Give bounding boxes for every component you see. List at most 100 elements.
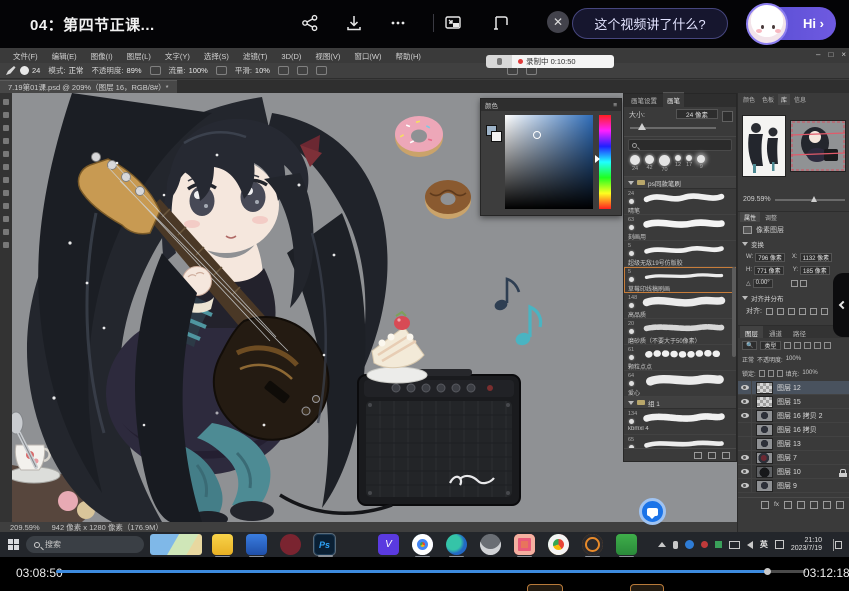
visibility-toggle[interactable]: [738, 381, 752, 395]
background-swatch[interactable]: [491, 131, 502, 142]
blend-mode-dropdown[interactable]: 正常: [742, 355, 754, 364]
app-orange-icon[interactable]: [582, 534, 603, 555]
y-field[interactable]: 185 像素: [800, 266, 830, 275]
tray-expand-icon[interactable]: [658, 542, 666, 547]
brush-item[interactable]: 24 晴笔: [624, 189, 736, 215]
tool-icon[interactable]: [3, 203, 9, 209]
display-tray-icon[interactable]: [729, 541, 740, 549]
lock-pixels-icon[interactable]: [768, 370, 774, 377]
hue-marker[interactable]: [595, 155, 600, 163]
menu-3d[interactable]: 3D(D): [274, 52, 308, 61]
app-red-icon[interactable]: [280, 534, 301, 555]
visibility-toggle[interactable]: [738, 395, 752, 409]
brush-group-header[interactable]: 组 1: [624, 397, 736, 409]
lock-position-icon[interactable]: [777, 370, 783, 377]
brush-tool-icon[interactable]: [4, 65, 16, 77]
tool-icon[interactable]: [3, 229, 9, 235]
brush-item[interactable]: 5 超级无敌19号仿版胶: [624, 241, 736, 267]
filter-smart-icon[interactable]: [824, 342, 831, 349]
ps-tools-strip[interactable]: [0, 93, 12, 522]
brush-item[interactable]: 61 颗粒点点: [624, 345, 736, 371]
document-tab[interactable]: 7.19第01课.psd @ 209%（图层 16，RGB/8#）*: [0, 80, 177, 93]
menu-type[interactable]: 文字(Y): [158, 51, 197, 62]
tool-icon[interactable]: [3, 164, 9, 170]
seek-bar[interactable]: [56, 570, 806, 573]
share-button[interactable]: [297, 10, 323, 36]
brush-item[interactable]: 20 磨砂质（不要大于50像素）: [624, 319, 736, 345]
filter-adjust-icon[interactable]: [794, 342, 801, 349]
smooth-value[interactable]: 10%: [255, 66, 270, 75]
visibility-toggle[interactable]: [738, 451, 752, 465]
filter-shape-icon[interactable]: [814, 342, 821, 349]
tool-icon[interactable]: [3, 216, 9, 222]
size-slider-thumb[interactable]: [638, 123, 646, 130]
menu-help[interactable]: 帮助(H): [389, 51, 428, 62]
x-field[interactable]: 1132 像素: [800, 253, 833, 262]
tool-icon[interactable]: [3, 112, 9, 118]
app-tray-green-icon[interactable]: [715, 541, 722, 548]
mode-value[interactable]: 正常: [68, 65, 83, 76]
file-explorer-icon[interactable]: [212, 534, 233, 555]
align-right-icon[interactable]: [788, 308, 795, 315]
minimize-button[interactable]: –: [816, 50, 820, 59]
tool-icon[interactable]: [3, 177, 9, 183]
layer-row[interactable]: 图层 16 拷贝 2: [738, 409, 849, 423]
brush-item[interactable]: 148 高品质: [624, 293, 736, 319]
app-tray-red-icon[interactable]: [701, 541, 708, 548]
app-green-icon[interactable]: [616, 534, 637, 555]
layer-row[interactable]: 图层 9: [738, 479, 849, 493]
weather-widget[interactable]: [150, 534, 202, 555]
maximize-button[interactable]: □: [828, 50, 833, 59]
flip-v-icon[interactable]: [800, 280, 807, 287]
visibility-toggle[interactable]: [738, 465, 752, 479]
app-pink-icon[interactable]: [514, 534, 535, 555]
align-center-icon[interactable]: [777, 308, 784, 315]
menu-layer[interactable]: 图层(L): [120, 51, 158, 62]
library-artwork-thumbnail[interactable]: [790, 120, 846, 172]
chrome-alt-icon[interactable]: [548, 534, 569, 555]
brush-preset[interactable]: 9: [697, 155, 705, 170]
app-s-icon[interactable]: [246, 534, 267, 555]
zoom-value[interactable]: 209.59%: [743, 196, 771, 203]
recorder-mic-segment[interactable]: [486, 55, 512, 68]
menu-filter[interactable]: 滤镜(T): [236, 51, 275, 62]
layer-mask-icon[interactable]: [784, 501, 792, 509]
menu-select[interactable]: 选择(S): [197, 51, 236, 62]
download-button[interactable]: [341, 10, 367, 36]
layer-row[interactable]: 图层 16 拷贝: [738, 423, 849, 437]
brush-item[interactable]: 63 刻画用: [624, 215, 736, 241]
layer-opacity-value[interactable]: 100%: [786, 356, 801, 362]
ai-question-button[interactable]: 这个视频讲了什么?: [572, 8, 728, 39]
align-top-icon[interactable]: [799, 308, 806, 315]
chrome-icon[interactable]: [412, 534, 433, 555]
size-value[interactable]: 24 像素: [676, 109, 718, 119]
brush-group-header[interactable]: ps同款笔刷: [624, 177, 736, 189]
mic-tray-icon[interactable]: [673, 541, 678, 549]
opacity-value[interactable]: 89%: [127, 66, 142, 75]
visibility-toggle[interactable]: [738, 479, 752, 493]
tool-icon[interactable]: [3, 99, 9, 105]
scrollbar[interactable]: [732, 267, 736, 357]
menu-window[interactable]: 窗口(W): [347, 51, 388, 62]
volume-tray-icon[interactable]: [747, 541, 753, 549]
menu-file[interactable]: 文件(F): [6, 51, 45, 62]
tab-channels[interactable]: 通道: [764, 326, 787, 338]
layer-style-button[interactable]: fx: [774, 501, 779, 508]
visibility-toggle[interactable]: [738, 423, 752, 437]
align-middle-icon[interactable]: [810, 308, 817, 315]
ime-indicator[interactable]: 英: [760, 539, 768, 550]
pip-button[interactable]: [440, 10, 466, 36]
flip-h-icon[interactable]: [791, 280, 798, 287]
brush-item[interactable]: 65 singlefi: [624, 435, 736, 448]
color-cursor[interactable]: [533, 131, 541, 139]
seek-handle[interactable]: [764, 568, 771, 575]
filter-pixel-icon[interactable]: [784, 342, 791, 349]
tab-color[interactable]: 颜色: [740, 94, 758, 105]
taskbar-clock[interactable]: 21:10 2023/7/19: [791, 537, 826, 553]
menu-edit[interactable]: 编辑(E): [45, 51, 84, 62]
pressure-opacity-icon[interactable]: [150, 66, 161, 75]
edit-brush-icon[interactable]: [722, 111, 733, 122]
tool-icon[interactable]: [3, 138, 9, 144]
fill-value[interactable]: 100%: [802, 370, 817, 376]
brush-item[interactable]: 64 爱心: [624, 371, 736, 397]
